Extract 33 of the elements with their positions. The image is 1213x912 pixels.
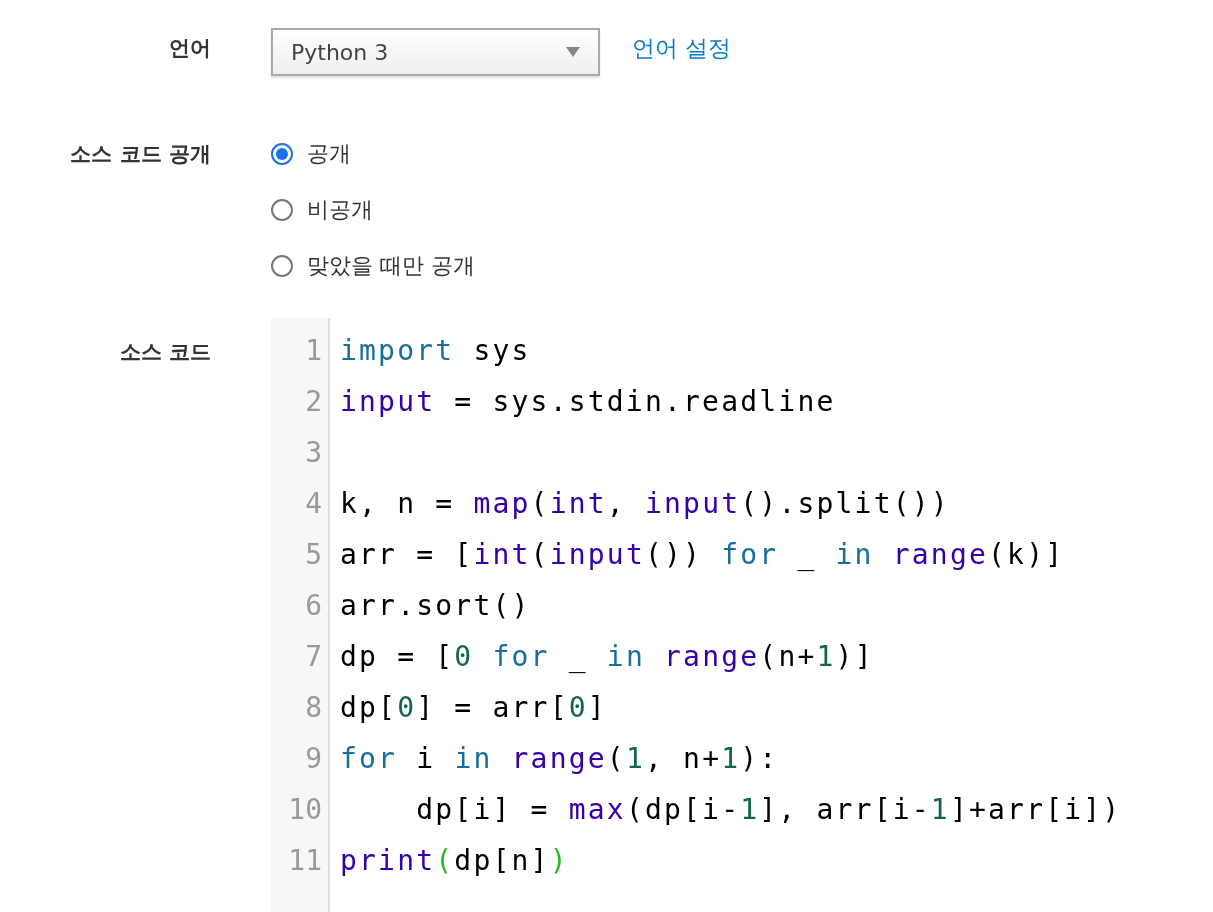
- radio-button[interactable]: [271, 255, 293, 277]
- code-line: arr.sort(): [340, 588, 532, 624]
- line-number: 3: [304, 435, 323, 471]
- radio-button[interactable]: [271, 143, 293, 165]
- field-label: 소스 코드: [118, 339, 211, 366]
- line-number: 10: [287, 792, 323, 828]
- line-number: 7: [304, 639, 323, 675]
- field-label: 언어: [168, 35, 211, 62]
- code-line: dp = [0 for _ in range(n+1)]: [340, 639, 875, 675]
- line-number: 11: [287, 843, 323, 879]
- line-number: 4: [304, 486, 323, 522]
- code-line: dp[0] = arr[0]: [340, 690, 608, 726]
- radio-label[interactable]: 공개: [307, 139, 351, 169]
- line-number: 8: [304, 690, 323, 726]
- radio-label[interactable]: 맞았을 때만 공개: [307, 251, 475, 281]
- line-number: 1: [304, 333, 323, 369]
- radio-label[interactable]: 비공개: [307, 195, 373, 225]
- code-line: print(dp[n]): [340, 843, 570, 879]
- code-line: dp[i] = max(dp[i-1], arr[i-1]+arr[i]): [415, 792, 1122, 828]
- code-line: arr = [int(input()) for _ in range(k)]: [340, 537, 1066, 573]
- line-number: 6: [304, 588, 323, 624]
- language-select[interactable]: Python 3: [271, 28, 600, 76]
- caret-icon: [566, 47, 580, 57]
- code-line: import sys: [340, 333, 532, 369]
- code-line: for i in range(1, n+1):: [340, 741, 780, 777]
- field-label: 소스 코드 공개: [69, 141, 211, 168]
- code-line: input = sys.stdin.readline: [340, 384, 837, 420]
- code-line: k, n = map(int, input().split()): [340, 486, 951, 522]
- line-number: 2: [304, 384, 323, 420]
- language-settings-link[interactable]: 언어 설정: [632, 32, 732, 64]
- radio-button[interactable]: [271, 199, 293, 221]
- line-number: 5: [304, 537, 323, 573]
- line-number: 9: [304, 741, 323, 777]
